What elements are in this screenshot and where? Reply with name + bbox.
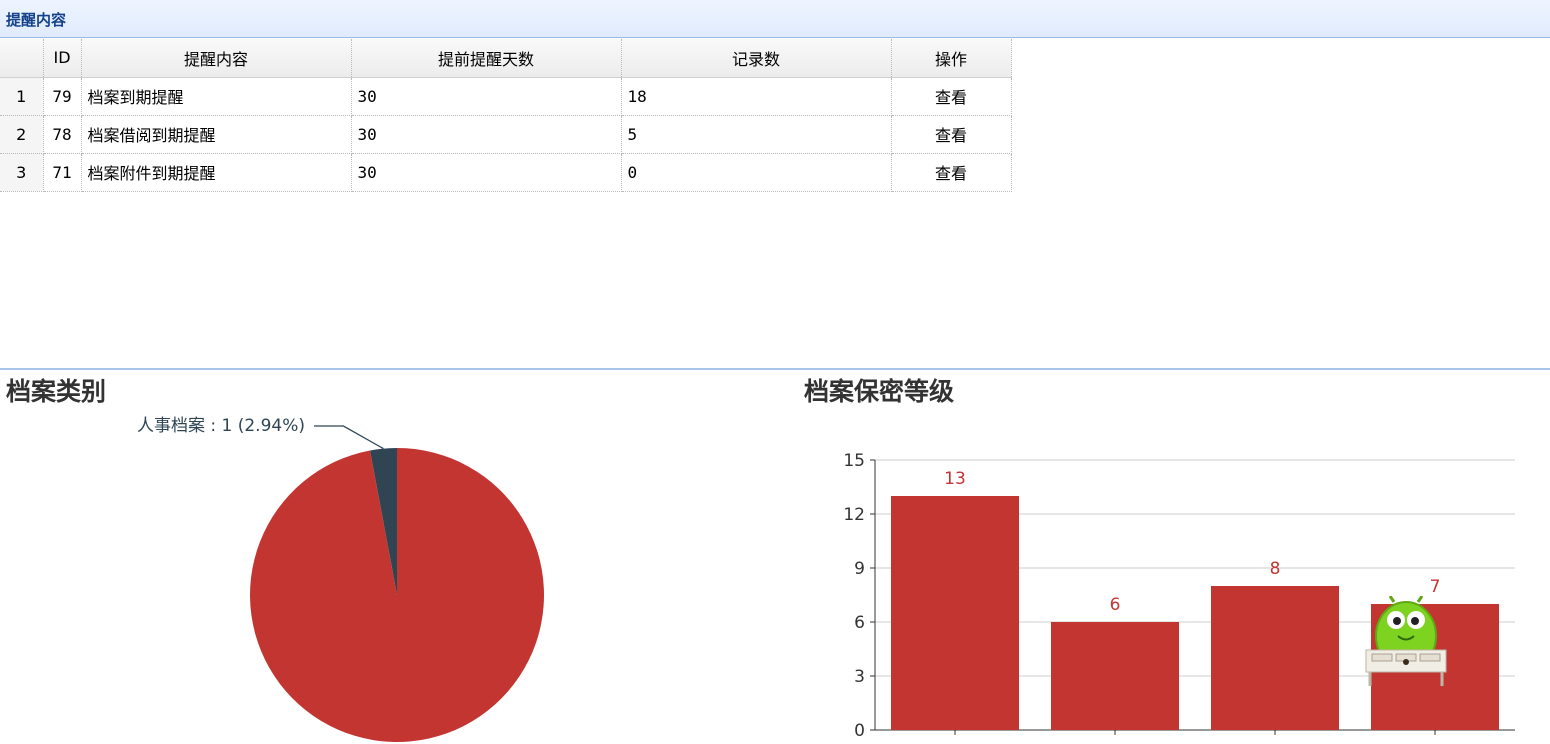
y-tick-label: 15 [843, 451, 865, 471]
bar-chart: 0 3 6 9 12 15 13 6 8 7 [843, 451, 1515, 741]
column-header-days[interactable]: 提前提醒天数 [351, 39, 622, 78]
bar-chart-title: 档案保密等级 [804, 377, 955, 406]
y-tick-label: 12 [843, 505, 865, 525]
content-cell: 档案到期提醒 [81, 77, 352, 116]
row-number: 2 [0, 115, 44, 154]
pie-label-leader-line [314, 425, 384, 450]
reminder-grid: ID 提醒内容 提前提醒天数 记录数 操作 1 79 档案到期提醒 30 18 … [0, 39, 1012, 192]
table-row[interactable]: 3 71 档案附件到期提醒 30 0 查看 [0, 153, 1012, 192]
view-link[interactable]: 查看 [891, 77, 1012, 116]
row-number: 3 [0, 153, 44, 192]
column-header-id[interactable]: ID [43, 39, 82, 78]
bar[interactable] [1051, 622, 1179, 730]
bar[interactable] [891, 496, 1019, 730]
id-cell: 71 [43, 153, 82, 192]
panel-title: 提醒内容 [6, 11, 67, 29]
mascot-icon [1365, 596, 1447, 686]
pie-slice[interactable] [250, 448, 544, 742]
count-cell: 0 [621, 153, 892, 192]
y-tick-label: 6 [854, 613, 865, 633]
y-tick-label: 3 [854, 667, 865, 687]
column-header-content[interactable]: 提醒内容 [81, 39, 352, 78]
id-cell: 79 [43, 77, 82, 116]
bar-value-label: 13 [944, 469, 966, 489]
view-link[interactable]: 查看 [891, 153, 1012, 192]
row-number: 1 [0, 77, 44, 116]
section-divider [0, 368, 1550, 370]
pie-chart: 人事档案 : 1 (2.94%) [137, 416, 544, 742]
id-cell: 78 [43, 115, 82, 154]
days-cell: 30 [351, 153, 622, 192]
days-cell: 30 [351, 77, 622, 116]
bar-value-label: 7 [1430, 577, 1441, 597]
column-header-action[interactable]: 操作 [891, 39, 1012, 78]
y-tick-label: 0 [854, 721, 865, 741]
bar[interactable] [1211, 586, 1339, 730]
pie-slice-label: 人事档案 : 1 (2.94%) [137, 416, 305, 436]
panel-header: 提醒内容 [0, 0, 1550, 38]
count-cell: 18 [621, 77, 892, 116]
column-header-count[interactable]: 记录数 [621, 39, 892, 78]
view-link[interactable]: 查看 [891, 115, 1012, 154]
bar-value-label: 6 [1110, 595, 1121, 615]
table-row[interactable]: 1 79 档案到期提醒 30 18 查看 [0, 77, 1012, 116]
table-row[interactable]: 2 78 档案借阅到期提醒 30 5 查看 [0, 115, 1012, 154]
days-cell: 30 [351, 115, 622, 154]
bar-value-label: 8 [1270, 559, 1281, 579]
content-cell: 档案附件到期提醒 [81, 153, 352, 192]
count-cell: 5 [621, 115, 892, 154]
content-cell: 档案借阅到期提醒 [81, 115, 352, 154]
y-tick-label: 9 [854, 559, 865, 579]
column-header-rownum [0, 39, 44, 78]
pie-chart-title: 档案类别 [6, 377, 107, 406]
grid-header-row: ID 提醒内容 提前提醒天数 记录数 操作 [0, 39, 1012, 78]
